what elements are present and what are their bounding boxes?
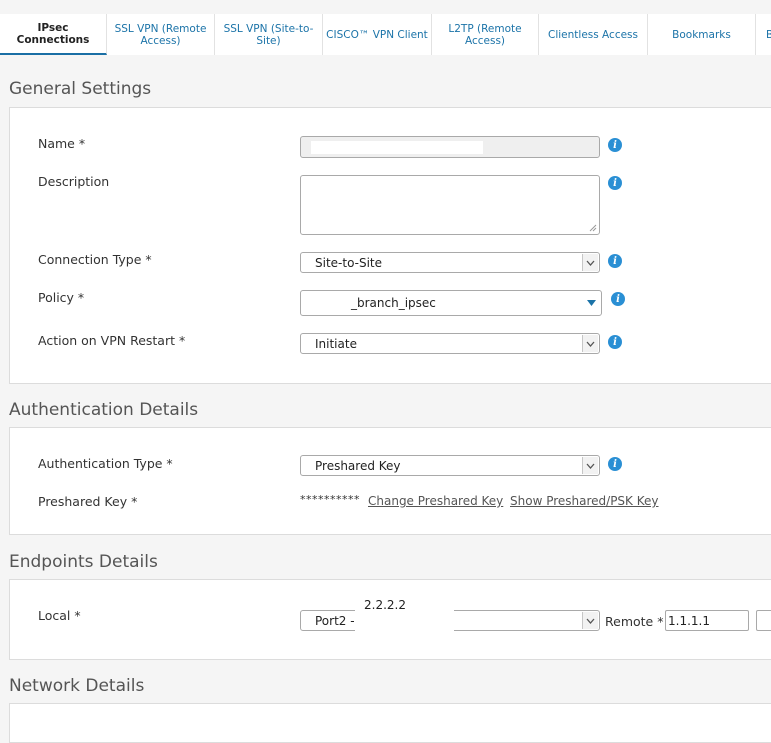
- preshared-key-label: Preshared Key *: [38, 494, 138, 509]
- tab-partial[interactable]: B: [756, 14, 771, 55]
- tab-bookmarks[interactable]: Bookmarks: [648, 14, 756, 55]
- info-icon[interactable]: i: [608, 176, 622, 190]
- section-title-network: Network Details: [9, 676, 145, 696]
- connection-type-value: Site-to-Site: [315, 256, 383, 270]
- resize-handle-icon[interactable]: [588, 223, 597, 232]
- policy-select[interactable]: _branch_ipsec: [300, 290, 602, 316]
- redacted-area: 2.2.2.2: [355, 596, 454, 634]
- connection-type-label: Connection Type *: [38, 252, 152, 267]
- redacted-value: [311, 141, 483, 154]
- section-title-general: General Settings: [9, 79, 152, 99]
- description-label: Description: [38, 174, 110, 189]
- preshared-key-mask: **********: [300, 493, 360, 506]
- remote-label: Remote *: [605, 614, 664, 629]
- tab-label: SSL VPN (Remote Access): [114, 22, 207, 47]
- authentication-panel: [9, 427, 771, 535]
- action-on-restart-select[interactable]: Initiate: [300, 333, 600, 354]
- connection-type-select[interactable]: Site-to-Site: [300, 252, 600, 273]
- info-icon[interactable]: i: [608, 138, 622, 152]
- chevron-down-icon[interactable]: [582, 254, 598, 271]
- tab-ssl-vpn-site-to-site[interactable]: SSL VPN (Site-to-Site): [215, 14, 323, 55]
- policy-value: _branch_ipsec: [351, 296, 436, 310]
- section-title-endpoints: Endpoints Details: [9, 552, 158, 572]
- chevron-down-icon[interactable]: [582, 612, 598, 629]
- section-title-authentication: Authentication Details: [9, 400, 199, 420]
- auth-type-select[interactable]: Preshared Key: [300, 455, 600, 476]
- info-icon[interactable]: i: [608, 457, 622, 471]
- network-panel: [9, 703, 771, 743]
- tab-cisco-vpn-client[interactable]: CISCO™ VPN Client: [323, 14, 432, 55]
- action-on-restart-label: Action on VPN Restart *: [38, 333, 186, 348]
- description-textarea[interactable]: [300, 175, 600, 235]
- action-value: Initiate: [315, 337, 357, 351]
- change-preshared-key-link[interactable]: Change Preshared Key: [368, 494, 503, 508]
- policy-label: Policy *: [38, 290, 85, 305]
- tab-clientless-access[interactable]: Clientless Access: [539, 14, 648, 55]
- caret-down-icon[interactable]: [587, 300, 596, 306]
- local-label: Local *: [38, 608, 81, 623]
- tab-ssl-vpn-remote-access[interactable]: SSL VPN (Remote Access): [107, 14, 215, 55]
- local-ip-text: 2.2.2.2: [364, 598, 406, 612]
- info-icon[interactable]: i: [608, 335, 622, 349]
- tab-label: L2TP (Remote Access): [448, 22, 522, 47]
- auth-type-value: Preshared Key: [315, 459, 401, 473]
- tab-ipsec-connections[interactable]: IPsec Connections: [0, 14, 107, 55]
- name-label: Name *: [38, 136, 86, 151]
- show-preshared-key-link[interactable]: Show Preshared/PSK Key: [510, 494, 659, 508]
- auth-type-label: Authentication Type *: [38, 456, 173, 471]
- info-icon[interactable]: i: [611, 292, 625, 306]
- chevron-down-icon[interactable]: [582, 457, 598, 474]
- chevron-down-icon[interactable]: [582, 335, 598, 352]
- tab-l2tp-remote-access[interactable]: L2TP (Remote Access): [432, 14, 539, 55]
- remote-gateway-input[interactable]: 1.1.1.1: [665, 610, 749, 631]
- remote-extra-input[interactable]: [756, 610, 771, 631]
- tab-label: SSL VPN (Site-to-Site): [223, 22, 314, 47]
- local-value: Port2 -: [315, 614, 355, 628]
- name-input[interactable]: [300, 136, 600, 158]
- remote-value: 1.1.1.1: [668, 614, 710, 628]
- info-icon[interactable]: i: [608, 254, 622, 268]
